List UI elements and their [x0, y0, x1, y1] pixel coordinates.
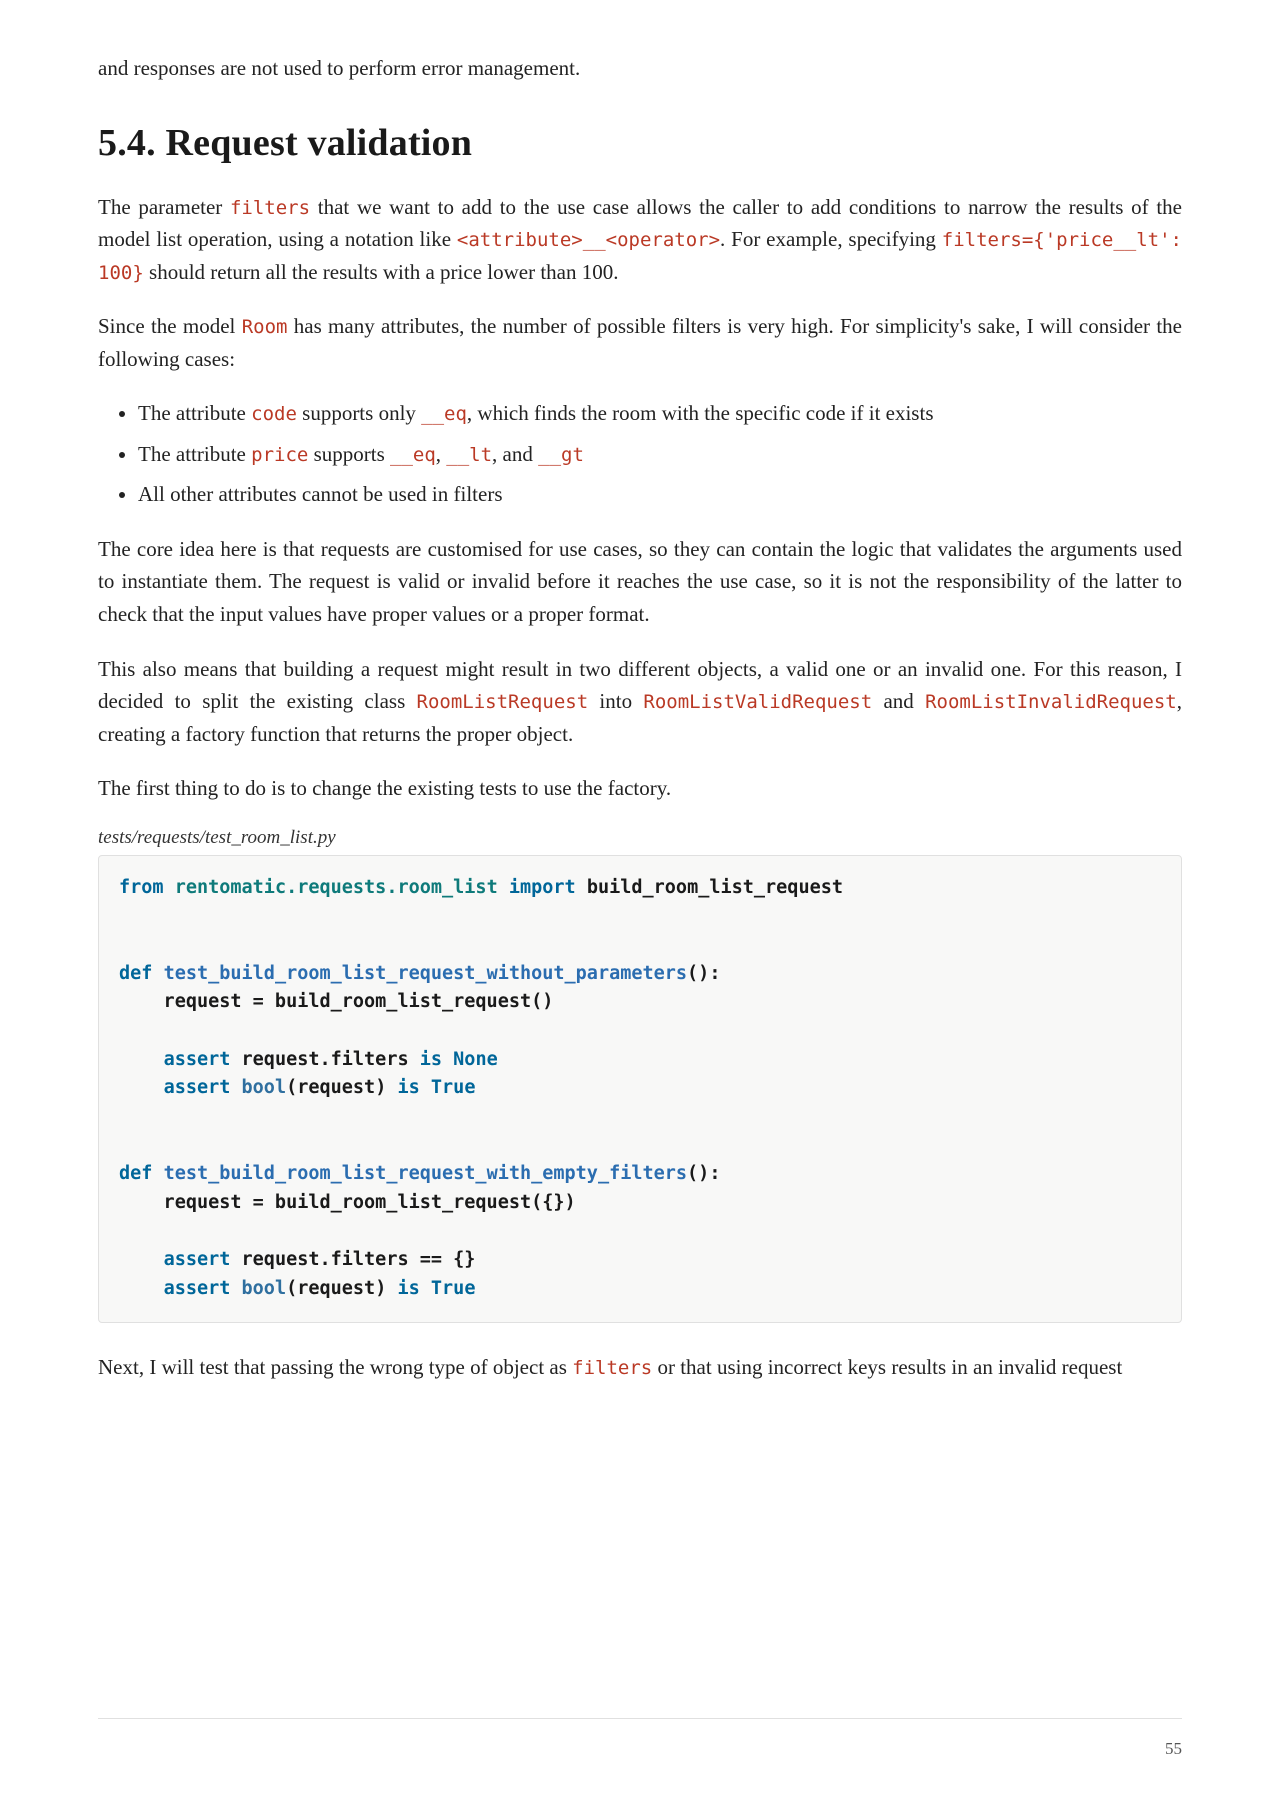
- list-item: All other attributes cannot be used in f…: [138, 478, 1182, 511]
- kw-assert: assert: [164, 1249, 231, 1270]
- list-item: The attribute price supports __eq, __lt,…: [138, 438, 1182, 471]
- code-caption: tests/requests/test_room_list.py: [98, 827, 1182, 849]
- text: request.filters: [230, 1049, 419, 1070]
- code-gt: __gt: [538, 444, 584, 466]
- code-lt: __lt: [446, 444, 492, 466]
- lit-true: True: [420, 1077, 476, 1098]
- kw-assert: assert: [164, 1278, 231, 1299]
- code-eq: __eq: [421, 403, 467, 425]
- kw-from: from: [119, 877, 164, 898]
- footer-rule: [98, 1718, 1182, 1719]
- paren: ():: [687, 1163, 720, 1184]
- text: supports only: [297, 401, 421, 425]
- code-filters: filters: [230, 197, 310, 219]
- page-number: 55: [1165, 1739, 1182, 1759]
- text: Next, I will test that passing the wrong…: [98, 1355, 572, 1379]
- intro-fragment: and responses are not used to perform er…: [98, 52, 1182, 85]
- text: request.filters == {}: [230, 1249, 475, 1270]
- code-line: request = build_room_list_request({}): [119, 1192, 576, 1213]
- kw-assert: assert: [164, 1049, 231, 1070]
- section-heading: 5.4. Request validation: [98, 121, 1182, 165]
- filter-cases-list: The attribute code supports only __eq, w…: [98, 397, 1182, 511]
- text: The parameter: [98, 195, 230, 219]
- code-attr-op: <attribute>__<operator>: [457, 229, 720, 251]
- kw-def: def: [119, 963, 152, 984]
- text: ,: [436, 442, 447, 466]
- code-price: price: [251, 444, 308, 466]
- text: Since the model: [98, 314, 242, 338]
- code-eq: __eq: [390, 444, 436, 466]
- kw-is: is: [420, 1049, 442, 1070]
- text: . For example, specifying: [720, 227, 942, 251]
- section-title-text: Request validation: [166, 122, 473, 164]
- kw-assert: assert: [164, 1077, 231, 1098]
- paragraph-3: The core idea here is that requests are …: [98, 533, 1182, 631]
- text: The attribute: [138, 401, 251, 425]
- text: (request): [286, 1077, 397, 1098]
- lit-true: True: [420, 1278, 476, 1299]
- section-number: 5.4.: [98, 122, 156, 164]
- code-code: code: [251, 403, 297, 425]
- kw-is: is: [397, 1278, 419, 1299]
- code-room: Room: [242, 316, 288, 338]
- paren: ():: [687, 963, 720, 984]
- code-block: from rentomatic.requests.room_list impor…: [98, 855, 1182, 1323]
- module-path: rentomatic.requests.room_list: [175, 877, 498, 898]
- ident: build_room_list_request: [587, 877, 843, 898]
- text: supports: [308, 442, 390, 466]
- text: and: [872, 689, 925, 713]
- kw-def: def: [119, 1163, 152, 1184]
- code-roomlistinvalidrequest: RoomListInvalidRequest: [925, 691, 1177, 713]
- text: , and: [492, 442, 538, 466]
- kw-is: is: [397, 1077, 419, 1098]
- fn-name: test_build_room_list_request_with_empty_…: [164, 1163, 687, 1184]
- builtin-bool: bool: [242, 1077, 287, 1098]
- builtin-bool: bool: [242, 1278, 287, 1299]
- text: or that using incorrect keys results in …: [652, 1355, 1122, 1379]
- paragraph-2: Since the model Room has many attributes…: [98, 310, 1182, 375]
- lit-none: None: [442, 1049, 498, 1070]
- text: into: [588, 689, 643, 713]
- paragraph-4: This also means that building a request …: [98, 653, 1182, 751]
- list-item: The attribute code supports only __eq, w…: [138, 397, 1182, 430]
- sp: [230, 1077, 241, 1098]
- text: The attribute: [138, 442, 251, 466]
- page: and responses are not used to perform er…: [0, 0, 1280, 1465]
- code-roomlistrequest: RoomListRequest: [417, 691, 589, 713]
- code-line: request = build_room_list_request(): [119, 991, 553, 1012]
- sp: [230, 1278, 241, 1299]
- code-roomlistvalidrequest: RoomListValidRequest: [643, 691, 872, 713]
- text: , which finds the room with the specific…: [467, 401, 934, 425]
- paragraph-6: Next, I will test that passing the wrong…: [98, 1351, 1182, 1384]
- code-filters: filters: [572, 1357, 652, 1379]
- paragraph-5: The first thing to do is to change the e…: [98, 772, 1182, 805]
- kw-import: import: [509, 877, 576, 898]
- fn-name: test_build_room_list_request_without_par…: [164, 963, 687, 984]
- paragraph-1: The parameter filters that we want to ad…: [98, 191, 1182, 289]
- text: should return all the results with a pri…: [144, 260, 619, 284]
- text: (request): [286, 1278, 397, 1299]
- text: All other attributes cannot be used in f…: [138, 482, 503, 506]
